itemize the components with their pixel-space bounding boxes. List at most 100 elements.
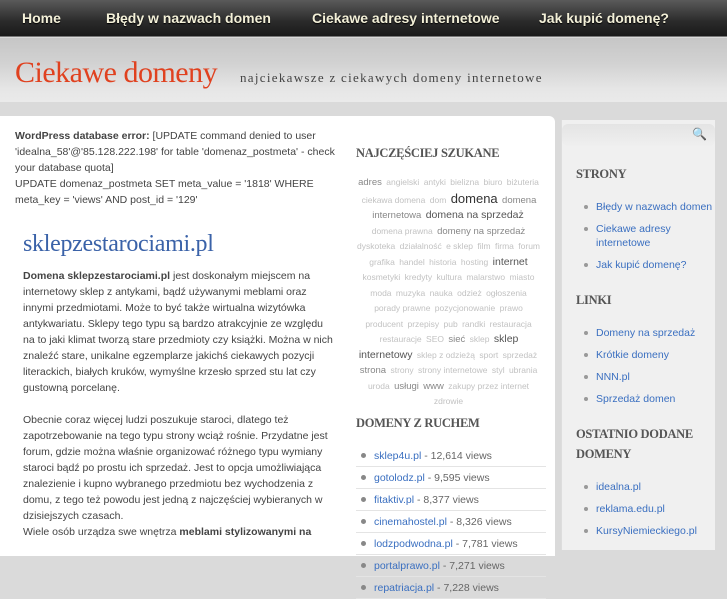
tag-link[interactable]: pub <box>444 319 458 329</box>
tag-link[interactable]: dom <box>430 195 447 205</box>
tag-link[interactable]: domeny na sprzedaż <box>437 226 525 237</box>
tag-link[interactable]: ogłoszenia <box>486 288 527 298</box>
tag-link[interactable]: sport <box>479 350 498 360</box>
site-logo[interactable]: Ciekawe domeny <box>15 56 218 90</box>
view-count: - 8,377 views <box>414 493 479 506</box>
tag-link[interactable]: biuro <box>483 177 502 187</box>
tag-link[interactable]: miasto <box>509 272 534 282</box>
tag-link[interactable]: strony <box>390 365 413 375</box>
tag-link[interactable]: strony internetowe <box>418 365 487 375</box>
tag-link[interactable]: prawo <box>500 303 523 313</box>
tag-link[interactable]: adres <box>358 177 382 188</box>
sidebar-link[interactable]: Krótkie domeny <box>596 349 669 361</box>
tag-link[interactable]: kultura <box>436 272 462 282</box>
domain-link[interactable]: repatriacja.pl <box>374 582 434 594</box>
sidebar-link[interactable]: Ciekawe adresy internetowe <box>596 223 671 249</box>
tag-link[interactable]: kredyty <box>405 272 432 282</box>
tag-link[interactable]: handel <box>399 257 425 267</box>
bullet-icon <box>584 529 588 533</box>
sidebar-link[interactable]: KursyNiemieckiego.pl <box>596 525 697 537</box>
strony-list: Błędy w nazwach domen Ciekawe adresy inte… <box>584 200 715 272</box>
tag-link[interactable]: sklep z odzieżą <box>417 350 475 360</box>
sidebar-link[interactable]: NNN.pl <box>596 371 630 383</box>
tag-link[interactable]: historia <box>429 257 456 267</box>
tag-link[interactable]: angielski <box>386 177 419 187</box>
view-count: - 12,614 views <box>421 449 492 462</box>
tag-link[interactable]: producent <box>365 319 403 329</box>
domain-link[interactable]: cinemahostel.pl <box>374 516 447 528</box>
bullet-icon <box>584 331 588 335</box>
tag-link[interactable]: sprzedaż <box>503 350 538 360</box>
tag-link[interactable]: przepisy <box>408 319 440 329</box>
tag-link[interactable]: bielizna <box>450 177 479 187</box>
tag-link[interactable]: restauracja <box>490 319 532 329</box>
tag-link[interactable]: pozycjonowanie <box>435 303 495 313</box>
post-title[interactable]: sklepzestarociami.pl <box>23 232 337 256</box>
tag-link[interactable]: firma <box>495 241 514 251</box>
tag-link[interactable]: domena na sprzedaż <box>426 209 524 221</box>
tag-link[interactable]: malarstwo <box>466 272 505 282</box>
tag-link[interactable]: strona <box>360 365 386 376</box>
domain-link[interactable]: portalprawo.pl <box>374 560 440 572</box>
tag-link[interactable]: hosting <box>461 257 488 267</box>
tag-link[interactable]: zakupy przez internet <box>448 381 529 391</box>
tag-cloud-title: NAJCZĘŚCIEJ SZUKANE <box>356 146 500 160</box>
tag-link[interactable]: zdrowie <box>434 396 463 406</box>
tag-link[interactable]: e sklep <box>446 241 473 251</box>
domain-link[interactable]: lodzpodwodna.pl <box>374 538 453 550</box>
tag-link[interactable]: film <box>477 241 490 251</box>
middle-column: NAJCZĘŚCIEJ SZUKANE adres angielski anty… <box>356 146 546 599</box>
tag-link[interactable]: nauka <box>430 288 453 298</box>
domain-link[interactable]: gotolodz.pl <box>374 472 425 484</box>
nav-bledy[interactable]: Błędy w nazwach domen <box>106 10 271 26</box>
tag-link[interactable]: porady prawne <box>374 303 430 313</box>
sidebar-link[interactable]: idealna.pl <box>596 481 641 493</box>
post-paragraph: Domena sklepzestarociami.pl jest doskona… <box>23 270 333 394</box>
nav-jak-kupic[interactable]: Jak kupić domenę? <box>539 10 669 26</box>
tag-link[interactable]: ciekawa domena <box>362 195 426 205</box>
tag-link[interactable]: internet <box>493 256 528 268</box>
tag-link[interactable]: działalność <box>400 241 442 251</box>
tag-link[interactable]: styl <box>492 365 505 375</box>
domain-link[interactable]: sklep4u.pl <box>374 450 421 462</box>
popular-list: sklep4u.pl - 12,614 views gotolodz.pl - 9… <box>356 445 546 599</box>
tag-link[interactable]: randki <box>462 319 485 329</box>
bullet-icon <box>361 475 366 481</box>
tag-link[interactable]: odzież <box>457 288 482 298</box>
sidebar-link[interactable]: Jak kupić domenę? <box>596 259 686 271</box>
search-icon[interactable]: 🔍 <box>692 127 707 141</box>
tag-link[interactable]: muzyka <box>396 288 425 298</box>
tag-link[interactable]: grafika <box>369 257 395 267</box>
sidebar-item: Sprzedaż domen <box>584 392 715 406</box>
sidebar-link[interactable]: Domeny na sprzedaż <box>596 327 695 339</box>
popular-item: repatriacja.pl - 7,228 views <box>356 577 546 599</box>
search-input[interactable]: 🔍 <box>562 124 715 146</box>
tag-link[interactable]: restauracje <box>380 334 422 344</box>
tag-link[interactable]: uroda <box>368 381 390 391</box>
tag-link[interactable]: forum <box>518 241 540 251</box>
popular-item: lodzpodwodna.pl - 7,781 views <box>356 533 546 555</box>
nav-ciekawe-adresy[interactable]: Ciekawe adresy internetowe <box>312 10 500 26</box>
tag-link[interactable]: kosmetyki <box>363 272 401 282</box>
tag-link[interactable]: antyki <box>424 177 446 187</box>
sidebar-link[interactable]: Sprzedaż domen <box>596 393 675 405</box>
tag-link[interactable]: ubrania <box>509 365 537 375</box>
tag-link[interactable]: sieć <box>448 334 465 345</box>
tag-cloud: adres angielski antyki bielizna biuro bi… <box>356 175 541 410</box>
tag-link[interactable]: dyskoteka <box>357 241 395 251</box>
sidebar-item: idealna.pl <box>584 480 715 494</box>
tag-link[interactable]: sklep <box>470 334 490 344</box>
domain-link[interactable]: fitaktiv.pl <box>374 494 414 506</box>
tag-link[interactable]: SEO <box>426 334 444 344</box>
sidebar-link[interactable]: Błędy w nazwach domen <box>596 201 712 213</box>
tag-link[interactable]: domena <box>451 191 498 206</box>
bullet-icon <box>584 485 588 489</box>
sidebar-link[interactable]: reklama.edu.pl <box>596 503 665 515</box>
post-column: WordPress database error: [UPDATE comman… <box>15 128 337 556</box>
tag-link[interactable]: domena prawna <box>372 226 433 236</box>
tag-link[interactable]: moda <box>370 288 391 298</box>
nav-home[interactable]: Home <box>22 10 61 26</box>
tag-link[interactable]: www <box>423 381 444 392</box>
tag-link[interactable]: biżuteria <box>507 177 539 187</box>
tag-link[interactable]: usługi <box>394 381 419 392</box>
